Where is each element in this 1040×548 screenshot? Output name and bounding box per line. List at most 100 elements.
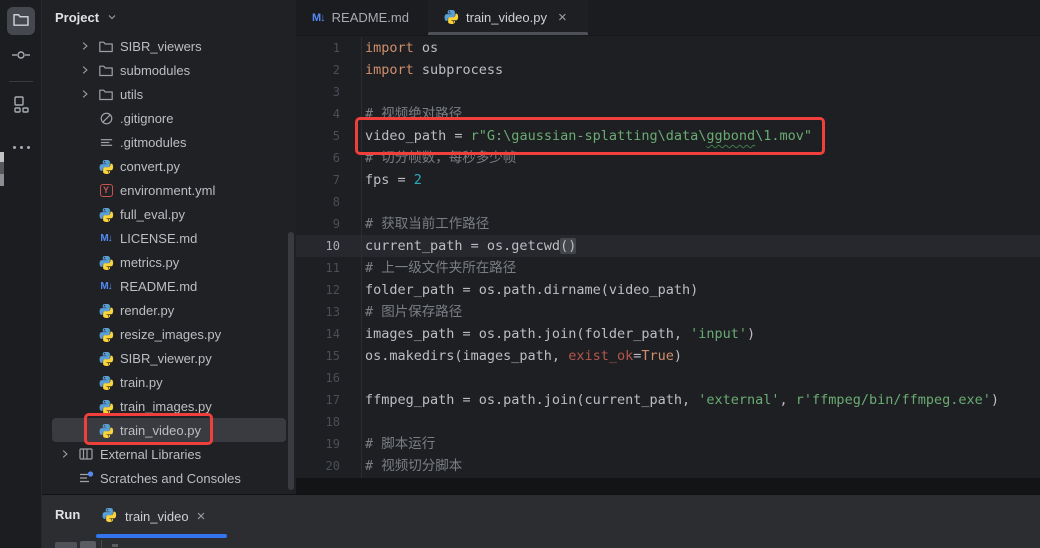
python-icon [98,302,114,318]
python-icon [98,350,114,366]
tree-item--gitignore[interactable]: .gitignore [42,106,296,130]
python-icon [98,374,114,390]
tree-item-utils[interactable]: utils [42,82,296,106]
tree-item-label: LICENSE.md [120,231,197,246]
code-line-12[interactable]: 12folder_path = os.path.dirname(video_pa… [296,279,1040,301]
code-text: import subprocess [365,59,503,81]
tree-item-label: submodules [120,63,190,78]
project-panel-header[interactable]: Project [42,0,296,34]
run-tab-train-video[interactable]: train_video × [102,501,205,531]
markdown-icon: M↓ [98,230,114,246]
structure-tool-button[interactable] [7,92,35,120]
tree-item-scratches-and-consoles[interactable]: Scratches and Consoles [42,466,296,490]
line-number: 16 [296,367,340,389]
code-line-9[interactable]: 9# 获取当前工作路径 [296,213,1040,235]
tree-item-render-py[interactable]: render.py [42,298,296,322]
project-header-label: Project [55,10,99,25]
line-number: 7 [296,169,340,191]
commit-tool-button[interactable] [7,43,35,71]
tree-item-submodules[interactable]: submodules [42,58,296,82]
editor: M↓ README.md train_video.py × 1import os… [296,0,1040,478]
code-text: # 视频切分脚本 [365,455,462,477]
chevron-right-icon[interactable] [78,39,92,53]
code-line-3[interactable]: 3 [296,81,1040,103]
chevron-right-icon[interactable] [78,63,92,77]
library-icon [78,446,94,462]
code-line-8[interactable]: 8 [296,191,1040,213]
run-panel: Run train_video × [42,494,1040,548]
chevron-right-icon[interactable] [58,447,72,461]
line-number: 13 [296,301,340,323]
code-text: # 脚本运行 [365,433,435,455]
chevron-right-icon[interactable] [78,87,92,101]
code-text: # 图片保存路径 [365,301,462,323]
tree-item-sibr-viewer-py[interactable]: SIBR_viewer.py [42,346,296,370]
scratch-icon [78,470,94,486]
line-number: 4 [296,103,340,125]
tree-item-label: README.md [120,279,197,294]
code-line-15[interactable]: 15os.makedirs(images_path, exist_ok=True… [296,345,1040,367]
project-scrollbar-thumb[interactable] [288,232,294,490]
line-number: 19 [296,433,340,455]
more-tool-windows-button[interactable] [7,133,35,161]
tab-train-video[interactable]: train_video.py × [428,0,588,35]
more-options-icon [13,146,30,149]
tree-item-label: SIBR_viewer.py [120,351,212,366]
code-text: folder_path = os.path.dirname(video_path… [365,279,698,301]
chevron-down-icon [106,9,118,26]
line-number: 1 [296,37,340,59]
tree-item-sibr-viewers[interactable]: SIBR_viewers [42,34,296,58]
close-icon[interactable]: × [197,508,206,525]
code-line-1[interactable]: 1import os [296,37,1040,59]
project-tool-button[interactable] [7,7,35,35]
folder-icon [12,10,30,33]
stripe-divider [9,81,33,82]
code-text: # 上一级文件夹所在路径 [365,257,516,279]
tab-readme[interactable]: M↓ README.md [296,0,428,35]
tree-item-label: environment.yml [120,183,215,198]
code-text: os.makedirs(images_path, exist_ok=True) [365,345,682,367]
code-line-11[interactable]: 11# 上一级文件夹所在路径 [296,257,1040,279]
tree-item--gitmodules[interactable]: .gitmodules [42,130,296,154]
code-line-16[interactable]: 16 [296,367,1040,389]
annotation-box-video-path [355,117,825,155]
markdown-icon: M↓ [98,278,114,294]
tree-item-convert-py[interactable]: convert.py [42,154,296,178]
tree-item-metrics-py[interactable]: metrics.py [42,250,296,274]
code-line-19[interactable]: 19 # 脚本运行 [296,433,1040,455]
tree-item-external-libraries[interactable]: External Libraries [42,442,296,466]
tree-item-label: .gitignore [120,111,173,126]
clipped-console-toolbar [112,544,118,547]
ide-window: Project SIBR_viewers submodules utils .giti… [0,0,1040,548]
tree-item-label: train_images.py [120,399,212,414]
code-line-20[interactable]: 20# 视频切分脚本 [296,455,1040,477]
close-icon[interactable]: × [558,10,567,25]
code-editor[interactable]: 1import os2import subprocess34# 视频绝对路径5v… [296,37,1040,478]
tab-label: train_video.py [466,10,547,25]
line-number: 6 [296,147,340,169]
edge-artifact [0,152,4,186]
tree-item-full-eval-py[interactable]: full_eval.py [42,202,296,226]
tree-item-train-py[interactable]: train.py [42,370,296,394]
tree-item-resize-images-py[interactable]: resize_images.py [42,322,296,346]
code-line-18[interactable]: 18 [296,411,1040,433]
code-line-2[interactable]: 2 import subprocess [296,59,1040,81]
code-line-14[interactable]: 14 images_path = os.path.join(folder_path… [296,323,1040,345]
python-icon [98,158,114,174]
line-number: 14 [296,323,340,345]
tree-item-label: External Libraries [100,447,201,462]
tree-item-label: resize_images.py [120,327,221,342]
code-line-10[interactable]: 10current_path = os.getcwd() [296,235,1040,257]
code-line-13[interactable]: 13 # 图片保存路径 [296,301,1040,323]
code-line-17[interactable]: 17ffmpeg_path = os.path.join(current_pat… [296,389,1040,411]
code-text: images_path = os.path.join(folder_path, … [365,323,755,345]
code-line-7[interactable]: 7fps = 2 [296,169,1040,191]
tree-item-environment-yml[interactable]: Yenvironment.yml [42,178,296,202]
tab-label: README.md [332,10,409,25]
code-text: # 获取当前工作路径 [365,213,489,235]
tree-item-license-md[interactable]: M↓ LICENSE.md [42,226,296,250]
python-icon [102,507,117,525]
tree-item-readme-md[interactable]: M↓ README.md [42,274,296,298]
code-text: ffmpeg_path = os.path.join(current_path,… [365,389,999,411]
line-number: 2 [296,59,340,81]
